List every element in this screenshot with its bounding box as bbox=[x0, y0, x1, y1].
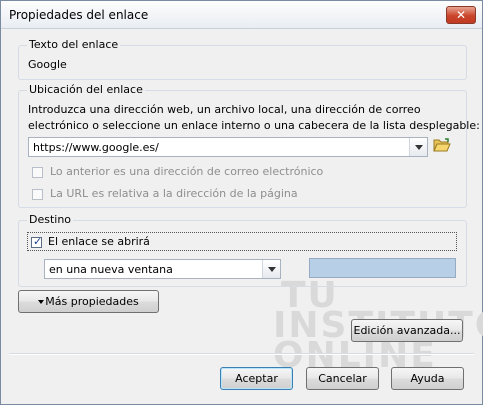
advanced-edit-button[interactable]: Edición avanzada... bbox=[351, 319, 463, 342]
target-name-field[interactable] bbox=[309, 258, 456, 278]
link-text-legend: Texto del enlace bbox=[27, 38, 121, 51]
url-value: https://www.google.es/ bbox=[33, 141, 159, 154]
url-combobox[interactable]: https://www.google.es/ bbox=[28, 137, 428, 157]
link-location-group: Ubicación del enlace Introduzca una dire… bbox=[18, 83, 480, 208]
more-properties-label: Más propiedades bbox=[45, 295, 139, 308]
open-link-checkbox[interactable]: ✓ bbox=[31, 235, 43, 248]
checkmark-icon: ✓ bbox=[33, 235, 43, 248]
link-properties-dialog: Propiedades del enlace ✕ TU INSTITUTO ON… bbox=[0, 0, 483, 405]
link-text-value: Google bbox=[28, 58, 67, 71]
cancel-button[interactable]: Cancelar bbox=[306, 367, 379, 390]
target-window-value: en una nueva ventana bbox=[49, 263, 173, 276]
help-button[interactable]: Ayuda bbox=[391, 367, 464, 390]
relative-url-checkbox-label: La URL es relativa a la dirección de la … bbox=[50, 187, 298, 200]
divider bbox=[9, 353, 474, 355]
open-link-checkbox-label: El enlace se abrirá bbox=[48, 235, 150, 248]
close-button[interactable]: ✕ bbox=[446, 6, 476, 24]
window-title: Propiedades del enlace bbox=[9, 8, 149, 22]
title-bar: Propiedades del enlace ✕ bbox=[1, 1, 482, 29]
target-legend: Destino bbox=[27, 213, 74, 226]
folder-open-icon[interactable] bbox=[433, 137, 451, 153]
link-text-group: Texto del enlace Google bbox=[18, 38, 467, 80]
chevron-down-icon bbox=[414, 144, 423, 150]
chevron-down-icon bbox=[267, 266, 276, 272]
close-icon: ✕ bbox=[455, 8, 467, 22]
url-dropdown-button[interactable] bbox=[409, 138, 427, 156]
advanced-edit-label: Edición avanzada... bbox=[353, 324, 461, 337]
email-checkbox-label: Lo anterior es una dirección de correo e… bbox=[50, 165, 324, 178]
target-window-select[interactable]: en una nueva ventana bbox=[44, 259, 281, 279]
accept-button[interactable]: Aceptar bbox=[220, 367, 293, 390]
target-dropdown-button[interactable] bbox=[262, 260, 280, 278]
relative-url-checkbox[interactable] bbox=[32, 189, 43, 200]
link-location-legend: Ubicación del enlace bbox=[27, 83, 145, 96]
email-checkbox[interactable] bbox=[32, 167, 43, 178]
accept-label: Aceptar bbox=[235, 372, 278, 385]
more-properties-button[interactable]: Más propiedades bbox=[18, 290, 159, 313]
location-description-line-2: electrónico o seleccione un enlace inter… bbox=[28, 119, 480, 132]
location-description-line-1: Introduzca una dirección web, un archivo… bbox=[28, 103, 421, 116]
help-label: Ayuda bbox=[410, 372, 445, 385]
cancel-label: Cancelar bbox=[318, 372, 367, 385]
expand-arrow-icon bbox=[38, 300, 45, 304]
